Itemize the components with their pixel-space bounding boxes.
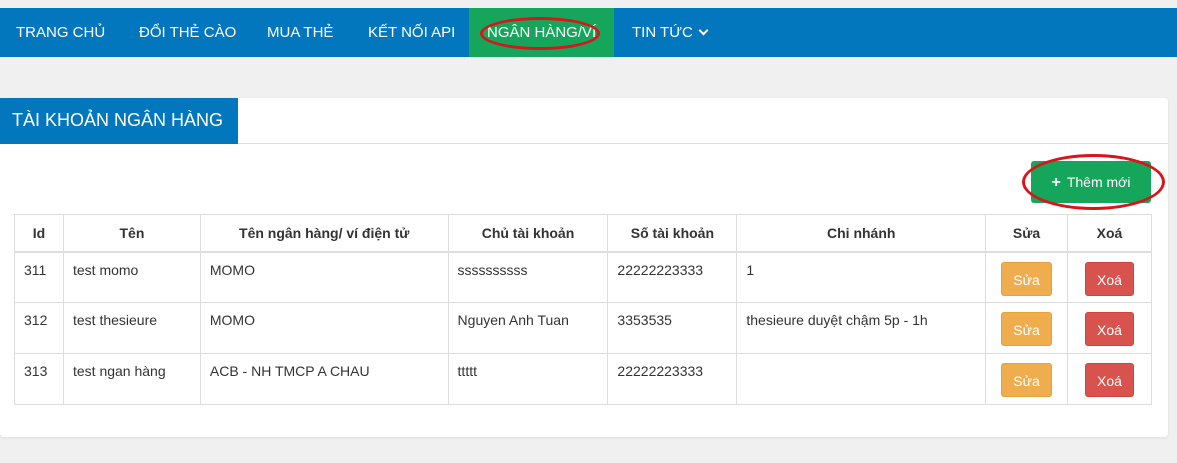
cell-owner: Nguyen Anh Tuan <box>447 302 609 354</box>
bank-accounts-table: Id Tên Tên ngân hàng/ ví điện tử Chủ tài… <box>14 214 1152 405</box>
add-new-button[interactable]: + Thêm mới <box>1031 161 1151 203</box>
nav-item-home[interactable]: TRANG CHỦ <box>0 8 121 57</box>
delete-button[interactable]: Xoá <box>1085 363 1134 397</box>
edit-button[interactable]: Sửa <box>1001 261 1052 296</box>
nav-item-news[interactable]: TIN TỨC <box>614 8 725 57</box>
add-new-label: Thêm mới <box>1066 174 1131 190</box>
cell-number: 3353535 <box>607 302 738 354</box>
cell-branch <box>736 353 987 405</box>
cell-edit: Sửa <box>985 353 1069 405</box>
cell-id: 311 <box>14 251 64 303</box>
nav-item-news-label: TIN TỨC <box>632 24 693 41</box>
cell-id: 312 <box>14 302 64 354</box>
cell-number: 22222223333 <box>607 353 738 405</box>
column-header-number: Số tài khoản <box>607 214 738 253</box>
card-header: TÀI KHOẢN NGÂN HÀNG <box>0 98 1168 144</box>
top-navbar: TRANG CHỦ ĐỔI THẺ CÀO MUA THẺ KẾT NỐI AP… <box>0 8 1177 57</box>
column-header-owner: Chủ tài khoản <box>447 214 609 253</box>
nav-item-exchange-card[interactable]: ĐỔI THẺ CÀO <box>121 8 249 57</box>
cell-branch: 1 <box>736 251 987 303</box>
cell-branch: thesieure duyệt chậm 5p - 1h <box>736 302 987 354</box>
cell-bank: MOMO <box>199 251 449 303</box>
column-header-bank: Tên ngân hàng/ ví điện tử <box>199 214 449 253</box>
column-header-id: Id <box>14 214 64 253</box>
edit-button[interactable]: Sửa <box>1001 312 1052 346</box>
cell-name: test ngan hàng <box>62 353 201 405</box>
table-row: 313 test ngan hàng ACB - NH TMCP A CHAU … <box>14 353 1152 405</box>
column-header-edit: Sửa <box>985 214 1069 253</box>
cell-bank: MOMO <box>199 302 449 354</box>
table-header-row: Id Tên Tên ngân hàng/ ví điện tử Chủ tài… <box>14 214 1152 253</box>
cell-name: test thesieure <box>62 302 201 354</box>
cell-delete: Xoá <box>1067 251 1152 303</box>
plus-icon: + <box>1051 174 1061 191</box>
nav-item-buy-card[interactable]: MUA THẺ <box>249 8 350 57</box>
cell-id: 313 <box>14 353 64 405</box>
cell-owner: ttttt <box>447 353 609 405</box>
cell-edit: Sửa <box>985 302 1069 354</box>
main-nav: TRANG CHỦ ĐỔI THẺ CÀO MUA THẺ KẾT NỐI AP… <box>0 8 1177 57</box>
cell-delete: Xoá <box>1067 353 1152 405</box>
column-header-name: Tên <box>62 214 201 253</box>
delete-button[interactable]: Xoá <box>1085 261 1134 296</box>
cell-name: test momo <box>62 251 201 303</box>
delete-button[interactable]: Xoá <box>1085 312 1134 346</box>
cell-number: 22222223333 <box>607 251 738 303</box>
chevron-down-icon <box>698 25 709 36</box>
nav-item-api[interactable]: KẾT NỐI API <box>350 8 469 57</box>
column-header-delete: Xoá <box>1067 214 1152 253</box>
table-row: 311 test momo MOMO ssssssssss 2222222333… <box>14 251 1152 303</box>
column-header-branch: Chi nhánh <box>736 214 987 253</box>
cell-delete: Xoá <box>1067 302 1152 354</box>
nav-item-bank-wallet[interactable]: NGÂN HÀNG/VÍ <box>469 8 614 57</box>
table-row: 312 test thesieure MOMO Nguyen Anh Tuan … <box>14 302 1152 354</box>
cell-bank: ACB - NH TMCP A CHAU <box>199 353 449 405</box>
edit-button[interactable]: Sửa <box>1001 363 1052 397</box>
cell-edit: Sửa <box>985 251 1069 303</box>
card-title: TÀI KHOẢN NGÂN HÀNG <box>0 98 239 144</box>
cell-owner: ssssssssss <box>447 251 609 303</box>
bank-accounts-card: TÀI KHOẢN NGÂN HÀNG + Thêm mới Id Tên Tên… <box>0 98 1168 437</box>
